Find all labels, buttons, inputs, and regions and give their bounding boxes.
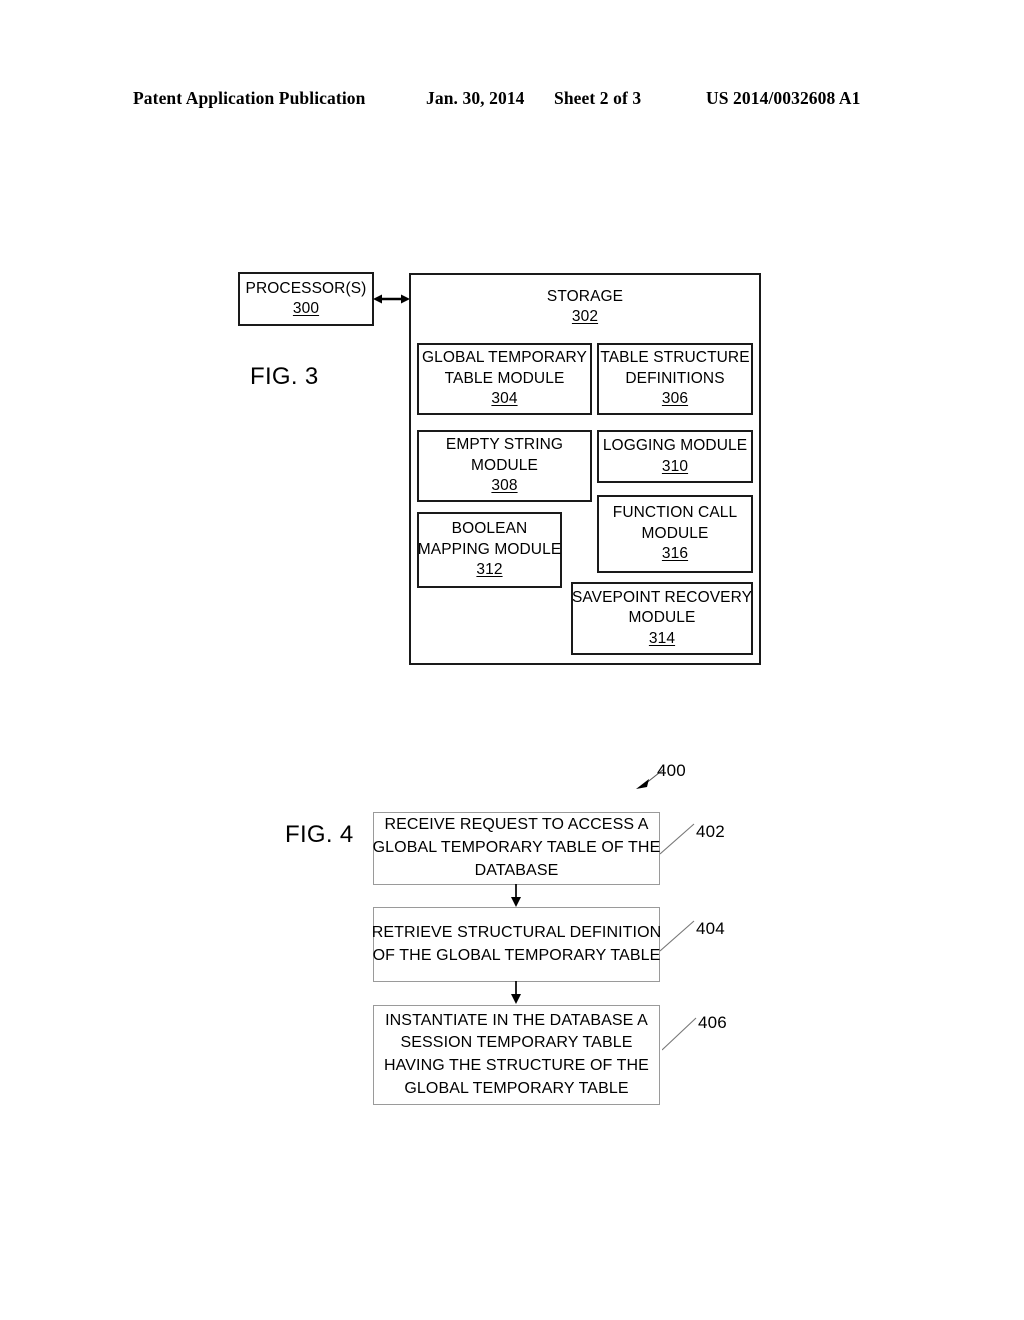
module-line-2: MODULE: [641, 524, 709, 542]
leader-line-402: [660, 823, 695, 855]
module-line-1: FUNCTION CALL: [612, 504, 738, 522]
processor-box-label: PROCESSOR(S): [245, 279, 367, 297]
storage-title-block: STORAGE 302: [411, 287, 759, 328]
boolean-mapping-module-box: BOOLEAN MAPPING MODULE 312: [417, 512, 562, 588]
savepoint-recovery-module-box: SAVEPOINT RECOVERY MODULE 314: [571, 582, 753, 655]
storage-ref: 302: [571, 308, 599, 326]
module-ref: 310: [661, 457, 689, 475]
module-line-2: MODULE: [628, 609, 696, 627]
flow-connector-arrow-2-icon: [511, 981, 521, 1004]
module-ref: 308: [491, 477, 518, 495]
module-line-1: SAVEPOINT RECOVERY: [571, 588, 753, 606]
flow-step-line-3: HAVING THE STRUCTURE OF THE: [384, 1057, 649, 1074]
module-ref: 316: [661, 545, 689, 563]
module-ref: 314: [648, 629, 676, 647]
module-line-1: EMPTY STRING: [445, 436, 564, 454]
flow-connector-arrow-1-icon: [511, 884, 521, 907]
module-line-2: MAPPING MODULE: [417, 540, 562, 558]
module-ref: 312: [476, 561, 503, 579]
header-patent-number: US 2014/0032608 A1: [706, 88, 861, 108]
flow-step-line-1: RECEIVE REQUEST TO ACCESS A: [384, 816, 649, 834]
processor-box-ref: 300: [292, 300, 320, 317]
module-line-2: MODULE: [471, 456, 538, 474]
flow-step-line-2: OF THE GLOBAL TEMPORARY TABLE: [372, 946, 661, 964]
flow-step-line-4: GLOBAL TEMPORARY TABLE: [404, 1079, 629, 1097]
flow-step-line-1: INSTANTIATE IN THE DATABASE A: [385, 1011, 648, 1029]
logging-module-box: LOGGING MODULE 310: [597, 430, 753, 483]
leader-line-404: [660, 920, 695, 952]
module-line-1: TABLE STRUCTURE: [600, 349, 750, 367]
header-publication-label: Patent Application Publication: [133, 88, 366, 108]
page-header: Patent Application Publication Jan. 30, …: [0, 88, 1024, 112]
module-line-2: TABLE MODULE: [444, 369, 565, 387]
table-structure-definitions-box: TABLE STRUCTURE DEFINITIONS 306: [597, 343, 753, 415]
empty-string-module-box: EMPTY STRING MODULE 308: [417, 430, 592, 502]
flow-step-line-2: SESSION TEMPORARY TABLE: [400, 1034, 633, 1052]
flow-step-402-box: RECEIVE REQUEST TO ACCESS A GLOBAL TEMPO…: [373, 812, 660, 885]
header-date-label: Jan. 30, 2014: [426, 88, 525, 108]
leader-line-406: [662, 1017, 697, 1051]
flow-reference-400: 400: [657, 761, 686, 780]
figure-4-label: FIG. 4: [285, 821, 354, 848]
module-line-1: BOOLEAN: [451, 520, 528, 538]
flow-reference-402: 402: [696, 822, 725, 841]
module-line-2: DEFINITIONS: [625, 369, 725, 387]
storage-label: STORAGE: [546, 288, 624, 305]
flow-step-line-2: GLOBAL TEMPORARY TABLE OF THE: [372, 839, 661, 857]
flow-step-line-1: RETRIEVE STRUCTURAL DEFINITION: [371, 923, 662, 941]
flow-reference-406: 406: [698, 1013, 727, 1032]
module-ref: 306: [661, 390, 689, 408]
module-ref: 304: [491, 390, 518, 408]
processor-box: PROCESSOR(S) 300: [238, 272, 374, 326]
flow-step-404-box: RETRIEVE STRUCTURAL DEFINITION OF THE GL…: [371, 907, 662, 982]
module-line-1: LOGGING MODULE: [602, 437, 748, 455]
global-temporary-table-module-box: GLOBAL TEMPORARY TABLE MODULE 304: [417, 343, 592, 415]
function-call-module-box: FUNCTION CALL MODULE 316: [597, 495, 753, 573]
flow-reference-404: 404: [696, 919, 725, 938]
processor-storage-bus-arrow-icon: [373, 294, 410, 304]
figure-3-label: FIG. 3: [250, 363, 319, 390]
flow-step-406-box: INSTANTIATE IN THE DATABASE A SESSION TE…: [373, 1005, 660, 1105]
header-sheet-label: Sheet 2 of 3: [554, 88, 642, 108]
flow-step-line-3: DATABASE: [474, 861, 559, 879]
module-line-1: GLOBAL TEMPORARY: [422, 349, 587, 367]
